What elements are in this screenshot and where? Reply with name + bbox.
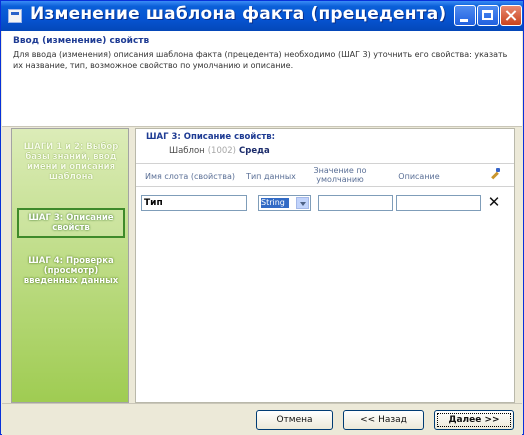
step-3-active[interactable]: ШАГ 3: Описание свойств xyxy=(17,208,125,238)
slot-row: Тип String ✕ xyxy=(136,194,514,219)
default-value-input[interactable] xyxy=(318,195,393,211)
title-bar[interactable]: Изменение шаблона факта (прецедента) xyxy=(1,1,523,31)
column-header-name: Имя слота (свойства) xyxy=(144,172,235,181)
window-title: Изменение шаблона факта (прецедента) xyxy=(30,4,447,24)
maximize-button[interactable] xyxy=(477,5,499,26)
wizard-window: Изменение шаблона факта (прецедента) Вво… xyxy=(0,0,524,435)
data-type-select[interactable]: String xyxy=(258,195,311,211)
column-header-default: Значение по умолчанию xyxy=(313,166,367,184)
template-label: Шаблон xyxy=(169,146,205,156)
edit-tool-icon[interactable] xyxy=(490,168,500,180)
template-code: (1002) xyxy=(207,146,236,156)
slot-name-input[interactable]: Тип xyxy=(141,195,247,211)
template-name: Среда xyxy=(239,146,270,156)
back-button[interactable]: << Назад xyxy=(343,410,424,430)
header-panel: Ввод (изменение) свойств Для ввода (изме… xyxy=(2,31,522,127)
cancel-button[interactable]: Отмена xyxy=(256,410,333,430)
dropdown-arrow-icon[interactable] xyxy=(296,197,309,209)
description-input[interactable] xyxy=(396,195,481,211)
header-title: Ввод (изменение) свойств xyxy=(13,36,150,46)
steps-sidebar: ШАГИ 1 и 2: Выбор базы знаний, ввод имен… xyxy=(11,128,129,403)
template-info: Шаблон (1002) Среда xyxy=(169,146,270,156)
close-button[interactable] xyxy=(500,5,522,26)
app-icon xyxy=(8,9,22,23)
properties-panel: ШАГ 3: Описание свойств: Шаблон (1002) Сре… xyxy=(135,128,515,403)
footer-bar: Отмена << Назад Далее >> xyxy=(2,403,522,435)
next-button[interactable]: Далее >> xyxy=(434,410,514,430)
minimize-button[interactable] xyxy=(454,5,476,26)
step-1-2[interactable]: ШАГИ 1 и 2: Выбор базы знаний, ввод имен… xyxy=(17,142,125,182)
section-title: ШАГ 3: Описание свойств: xyxy=(146,132,276,142)
slots-grid-header: Имя слота (свойства) Тип данных Значение… xyxy=(136,163,514,187)
header-description: Для ввода (изменения) описания шаблона ф… xyxy=(13,50,508,70)
step-4[interactable]: ШАГ 4: Проверка (просмотр) введенных дан… xyxy=(17,256,125,286)
data-type-value: String xyxy=(261,198,289,208)
column-header-type: Тип данных xyxy=(246,172,296,181)
delete-row-icon[interactable]: ✕ xyxy=(487,194,501,210)
column-header-description: Описание xyxy=(398,172,440,181)
